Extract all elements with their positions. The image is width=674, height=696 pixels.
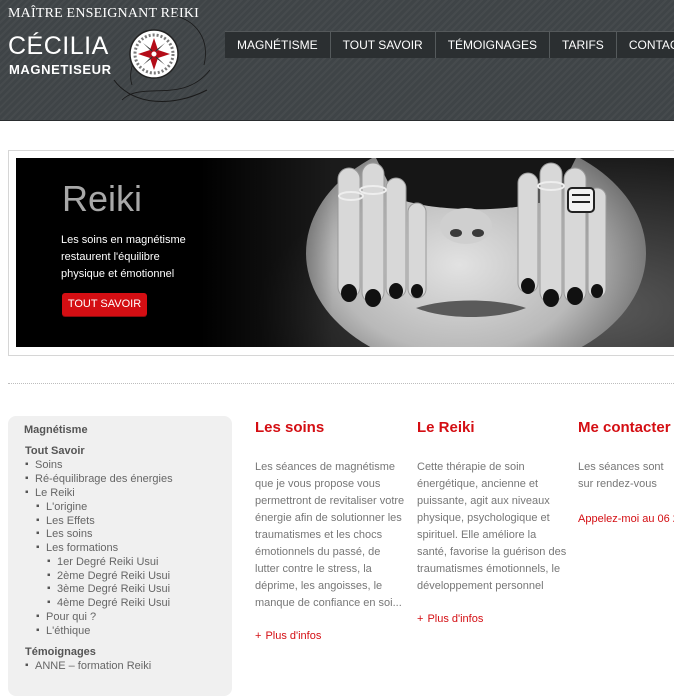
hero-text: Les soins en magnétisme restaurent l'équ… bbox=[61, 234, 186, 280]
section-divider bbox=[8, 383, 674, 384]
reiki-column-title: Le Reiki bbox=[417, 419, 475, 436]
sidebar-item-reequilibrage[interactable]: Ré-équilibrage des énergies bbox=[25, 472, 173, 486]
sidebar-item-magnetisme[interactable]: Magnétisme bbox=[24, 423, 88, 437]
hero-title: Reiki bbox=[62, 178, 143, 219]
soins-more-link[interactable]: + Plus d'infos bbox=[255, 630, 321, 642]
contact-phone-link[interactable]: Appelez-moi au 06 2 bbox=[578, 513, 674, 525]
sidebar-item-les-soins[interactable]: Les soins bbox=[36, 527, 93, 541]
brand-subtitle[interactable]: MAGNETISEUR bbox=[9, 62, 112, 77]
soins-column-title: Les soins bbox=[255, 419, 325, 436]
plus-icon: + bbox=[417, 613, 424, 625]
sidebar-item-formations[interactable]: Les formations bbox=[36, 541, 118, 555]
contact-column-text: Les séances sont sur rendez-vous uniquem… bbox=[578, 459, 674, 493]
site-header: MAÎTRE ENSEIGNANT REIKI CÉCILIA MAGNETIS… bbox=[0, 0, 674, 121]
main-nav: MAGNÉTISME TOUT SAVOIR TÉMOIGNAGES TARIF… bbox=[225, 31, 674, 58]
mandala-logo-icon[interactable] bbox=[112, 10, 212, 110]
nav-item-magnetisme[interactable]: MAGNÉTISME bbox=[225, 32, 331, 58]
sidebar-item-ethique[interactable]: L'éthique bbox=[36, 624, 90, 638]
nav-item-tout-savoir[interactable]: TOUT SAVOIR bbox=[331, 32, 436, 58]
sidebar-item-degre-1[interactable]: 1er Degré Reiki Usui bbox=[47, 555, 159, 569]
nav-item-temoignages[interactable]: TÉMOIGNAGES bbox=[436, 32, 551, 58]
sidebar-item-effets[interactable]: Les Effets bbox=[36, 514, 95, 528]
sidebar-item-degre-2[interactable]: 2ème Degré Reiki Usui bbox=[47, 569, 170, 583]
sidebar-item-degre-3[interactable]: 3ème Degré Reiki Usui bbox=[47, 582, 170, 596]
reiki-more-label: Plus d'infos bbox=[427, 613, 484, 625]
sidebar-item-origine[interactable]: L'origine bbox=[36, 500, 87, 514]
nav-item-tarifs[interactable]: TARIFS bbox=[550, 32, 617, 58]
sidebar-item-pour-qui[interactable]: Pour qui ? bbox=[36, 610, 96, 624]
sidebar-item-anne[interactable]: ANNE – formation Reiki bbox=[25, 659, 151, 673]
sidebar-item-temoignages[interactable]: Témoignages bbox=[25, 645, 96, 659]
sidebar-item-le-reiki[interactable]: Le Reiki bbox=[25, 486, 75, 500]
contact-text: Les séances sont sur rendez-vous uniquem… bbox=[578, 461, 664, 490]
reiki-column-text: Cette thérapie de soin énergétique, anci… bbox=[417, 461, 567, 592]
brand-name[interactable]: CÉCILIA bbox=[8, 32, 109, 61]
sidebar-item-degre-4[interactable]: 4ème Degré Reiki Usui bbox=[47, 596, 170, 610]
sidebar-item-soins[interactable]: Soins bbox=[25, 458, 62, 472]
hero-slider: Reiki Les soins en magnétisme restaurent… bbox=[16, 158, 674, 347]
contact-column-title: Me contacter bbox=[578, 419, 671, 436]
soins-more-label: Plus d'infos bbox=[265, 630, 322, 642]
plus-icon: + bbox=[255, 630, 262, 642]
sidebar-menu: Magnétisme Tout Savoir Soins Ré-équilibr… bbox=[8, 416, 232, 696]
tout-savoir-button[interactable]: TOUT SAVOIR bbox=[62, 293, 147, 316]
reiki-more-link[interactable]: + Plus d'infos bbox=[417, 613, 483, 625]
nav-item-contact[interactable]: CONTACT bbox=[617, 32, 674, 58]
sidebar-item-tout-savoir[interactable]: Tout Savoir bbox=[25, 444, 85, 458]
soins-column-text: Les séances de magnétisme que je vous pr… bbox=[255, 461, 405, 609]
